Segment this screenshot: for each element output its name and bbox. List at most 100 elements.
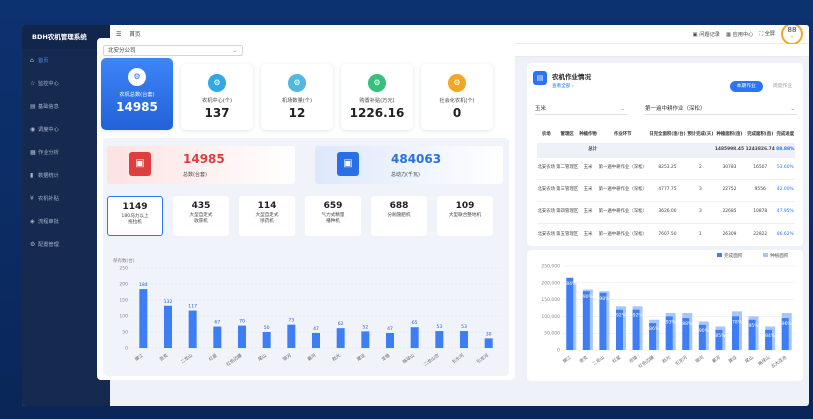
x-tick-label: 锦河	[694, 354, 706, 365]
x-tick-label: 红色边疆	[225, 352, 244, 368]
table-cell: 第一遍中耕作业（深松）	[597, 200, 649, 223]
breadcrumb-home[interactable]: 首页	[129, 30, 140, 38]
chevron-down-icon: ⌄	[620, 106, 625, 112]
summary-card-3[interactable]: ⚙ 购置补贴(万元) 1226.16	[341, 64, 413, 130]
x-tick-label: 襄河	[306, 352, 318, 363]
x-tick-label: 红星	[611, 354, 623, 365]
card-icon: ⚙	[368, 74, 386, 92]
x-tick-label: 二龙山	[179, 352, 194, 365]
stat-label: 大型自走式 喷药机	[255, 213, 279, 224]
table-cell: 3626.00	[648, 200, 687, 223]
bar	[484, 338, 493, 348]
x-tick-label: 嫩江	[561, 354, 573, 365]
bar-pct-label: 78%	[732, 319, 743, 325]
table-cell: 53.60%	[775, 156, 795, 179]
bar-value-label: 50	[264, 325, 270, 331]
table-row[interactable]: 北安农场 第二管理区 玉米 第一遍中耕作业（深松） 8253.25 2 30783 16507…	[537, 156, 795, 179]
table-row[interactable]: 北安农场 第四管理区 玉米 第一遍中耕作业（深松） 3626.00 3 22685 10878…	[537, 200, 795, 223]
x-tick-label: 逊克	[158, 352, 170, 363]
work-tab-0[interactable]: 本期作业	[729, 81, 763, 92]
chevron-down-icon: ⌄	[790, 106, 795, 112]
stat-value: 1149	[122, 202, 148, 212]
table-cell: 42.00%	[775, 178, 795, 201]
total-done: 1243826.74	[744, 142, 776, 157]
stat-label: 分厢施肥机	[387, 213, 411, 218]
table-row[interactable]: 北安农场 第三管理区 玉米 第一遍中耕作业（深松） 4777.75 3 22752 9556 4…	[537, 178, 795, 201]
table-cell: 第一遍中耕作业（深松）	[597, 156, 649, 179]
table-cell: 22752	[714, 178, 745, 201]
bar-value-label: 47	[313, 326, 319, 332]
table-cell: 第四管理区	[555, 200, 579, 223]
bar	[164, 305, 172, 348]
bar-done-area	[566, 277, 574, 350]
bar	[213, 326, 222, 348]
stat-value: 109	[455, 201, 475, 211]
table-cell: 2	[686, 156, 715, 179]
stat-value: 659	[323, 201, 343, 211]
x-tick-label: 格球山	[401, 352, 416, 365]
sidebar-item-label: 数据统计	[38, 173, 59, 179]
bar	[410, 327, 419, 348]
bar	[460, 331, 468, 348]
total-pct: 88.88%	[775, 142, 795, 157]
y-tick-label: 100	[119, 314, 128, 320]
bar-value-label: 30	[486, 331, 492, 337]
x-tick-label: 逊克	[578, 354, 590, 365]
summary-card-0[interactable]: ⚙ 农机总数(台套) 14985	[101, 58, 173, 130]
bar-pct-label: 92%	[616, 313, 627, 319]
card-label: 农机中心(个)	[202, 98, 232, 104]
y-tick-label: 150,000	[541, 297, 560, 303]
table-cell: 16507	[744, 156, 776, 179]
sidebar-item-label: 作业分析	[38, 150, 59, 156]
bar-chart-icon: ▮	[30, 172, 34, 179]
card-value: 12	[288, 106, 306, 120]
x-tick-label: 赵光	[661, 354, 673, 365]
stat-card-4[interactable]: 688 分厢施肥机	[371, 196, 427, 236]
app-center-button[interactable]: ▦ 应用中心	[726, 31, 753, 38]
fullscreen-button[interactable]: ⛶ 全屏	[759, 30, 775, 38]
bar-pct-label: 84%	[765, 333, 776, 339]
column-header: 完成进度	[776, 132, 795, 137]
company-select[interactable]: 北安分公司 ⌄	[103, 45, 243, 56]
table-cell: 3	[686, 178, 715, 201]
task-select[interactable]: 第一遍中耕作业（深松） ⌄	[645, 103, 797, 115]
y-tick-label: 200,000	[541, 280, 560, 286]
y-tick-label: 50	[122, 330, 128, 336]
total-banner-0: ▣ 14985 总数(台套)	[107, 146, 295, 184]
stat-card-3[interactable]: 659 气力式精量 播种机	[305, 196, 361, 236]
x-tick-label: 襄河	[710, 354, 722, 365]
summary-card-1[interactable]: ⚙ 农机中心(个) 137	[181, 64, 253, 130]
summary-card-2[interactable]: ⚙ 机场数量(个) 12	[261, 64, 333, 130]
legend-label: 种植面积	[770, 252, 789, 259]
y-tick-label: 250	[119, 266, 128, 272]
issues-button[interactable]: ▣ 问题记录	[693, 31, 720, 38]
chevron-down-icon: ⌄	[232, 48, 237, 54]
sidebar-item-label: 流程审批	[38, 219, 59, 225]
y-tick-label: 50,000	[544, 331, 560, 337]
work-tab-1[interactable]: 调度作业	[765, 81, 799, 92]
table-cell: 第五管理区	[555, 222, 579, 245]
table-cell: 第二管理区	[555, 156, 579, 179]
sidebar-item-label: 农机补贴	[38, 196, 59, 202]
gear-icon: ⚙	[30, 241, 36, 248]
bar	[238, 325, 246, 348]
stat-card-5[interactable]: 109 大型联合整地机	[437, 196, 493, 236]
work-title: 农机作业情况	[552, 73, 591, 81]
bar	[139, 289, 148, 348]
view-all-link[interactable]: 查看全部 ›	[552, 83, 574, 89]
stat-card-1[interactable]: 435 大型自走式 收获机	[173, 196, 229, 236]
bar-pct-label: 93%	[666, 319, 677, 325]
card-value: 0	[452, 106, 462, 120]
avatar[interactable]: 88%	[781, 25, 803, 45]
table-cell: 第一遍中耕作业（深松）	[597, 178, 649, 201]
summary-card-4[interactable]: ⚙ 社会化农机(个) 0	[421, 64, 493, 130]
stat-label: 气力式精量 播种机	[321, 213, 345, 224]
bar	[386, 332, 394, 348]
total-row: 总计 1485998.45 1243826.74 88.88%	[537, 142, 795, 157]
table-cell: 8253.25	[648, 156, 687, 179]
crop-select[interactable]: 玉米 ⌄	[535, 103, 627, 115]
table-row[interactable]: 北安农场 第五管理区 玉米 第一遍中耕作业（深松） 7607.50 1 26309 22822…	[537, 222, 795, 245]
stat-card-0[interactable]: 1149 180马力以上 拖拉机	[107, 196, 163, 236]
stat-card-2[interactable]: 114 大型自走式 喷药机	[239, 196, 295, 236]
menu-toggle-icon[interactable]: ☰	[116, 31, 121, 38]
